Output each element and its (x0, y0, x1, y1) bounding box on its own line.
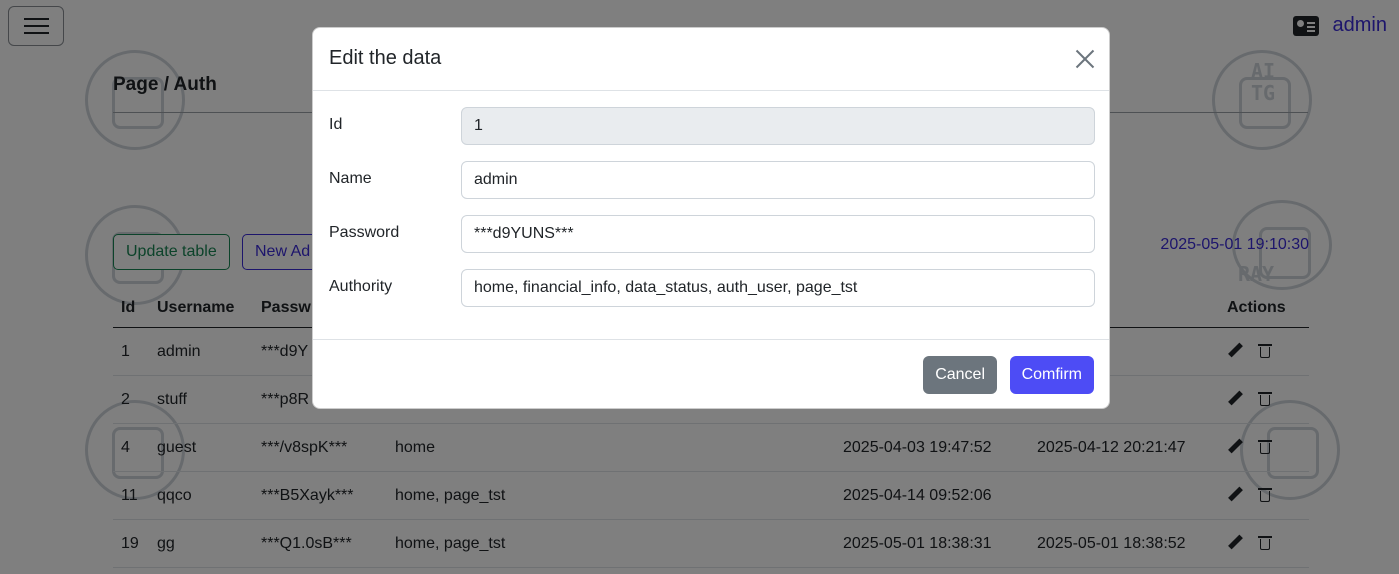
modal-footer: Cancel Comfirm (313, 339, 1109, 409)
form-row-id: Id (329, 107, 1095, 145)
password-label: Password (329, 224, 400, 241)
close-icon[interactable] (1075, 49, 1095, 69)
confirm-button[interactable]: Comfirm (1009, 356, 1094, 394)
edit-data-modal: Edit the data Id Name Password Authority… (312, 27, 1110, 409)
name-field[interactable] (461, 161, 1095, 199)
id-label: Id (329, 116, 343, 133)
form-row-authority: Authority (329, 269, 1095, 307)
authority-label: Authority (329, 278, 393, 295)
id-field[interactable] (461, 107, 1095, 145)
name-label: Name (329, 170, 372, 187)
cancel-button[interactable]: Cancel (923, 356, 997, 394)
form-row-name: Name (329, 161, 1095, 199)
modal-title: Edit the data (329, 47, 442, 69)
form-row-password: Password (329, 215, 1095, 253)
modal-header: Edit the data (313, 28, 1109, 91)
authority-field[interactable] (461, 269, 1095, 307)
password-field[interactable] (461, 215, 1095, 253)
